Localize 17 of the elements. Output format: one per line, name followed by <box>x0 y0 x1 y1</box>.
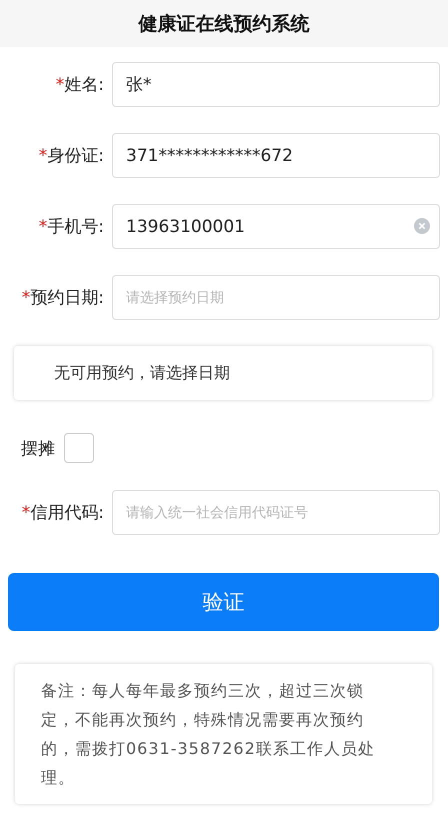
notice-card: 无可用预约，请选择日期 <box>14 346 432 400</box>
verify-button[interactable]: 验证 <box>8 573 439 631</box>
field-label: *身份证: <box>38 145 105 167</box>
checkbox[interactable] <box>64 433 94 463</box>
input-field[interactable]: 张* <box>112 62 440 107</box>
input-field[interactable]: 371************672 <box>112 133 440 178</box>
input-field[interactable]: 13963100001 <box>112 204 440 249</box>
checkbox-label: 摆摊 <box>21 438 55 460</box>
field-label: *信用代码: <box>20 502 105 524</box>
field-label: *姓名: <box>54 74 105 96</box>
field-label: *手机号: <box>38 216 105 238</box>
clear-icon[interactable] <box>414 218 430 234</box>
input-field[interactable]: 请选择预约日期 <box>112 275 440 320</box>
field-label: *预约日期: <box>20 287 105 309</box>
input-field[interactable]: 请输入统一社会信用代码证号 <box>112 490 440 535</box>
note-text: 备注：每人每年最多预约三次，超过三次锁定，不能再次预约，特殊情况需要再次预约的，需拨打0631-3587262联系工作人员处理。 <box>41 680 376 789</box>
page-title: 健康证在线预约系统 <box>138 12 310 36</box>
